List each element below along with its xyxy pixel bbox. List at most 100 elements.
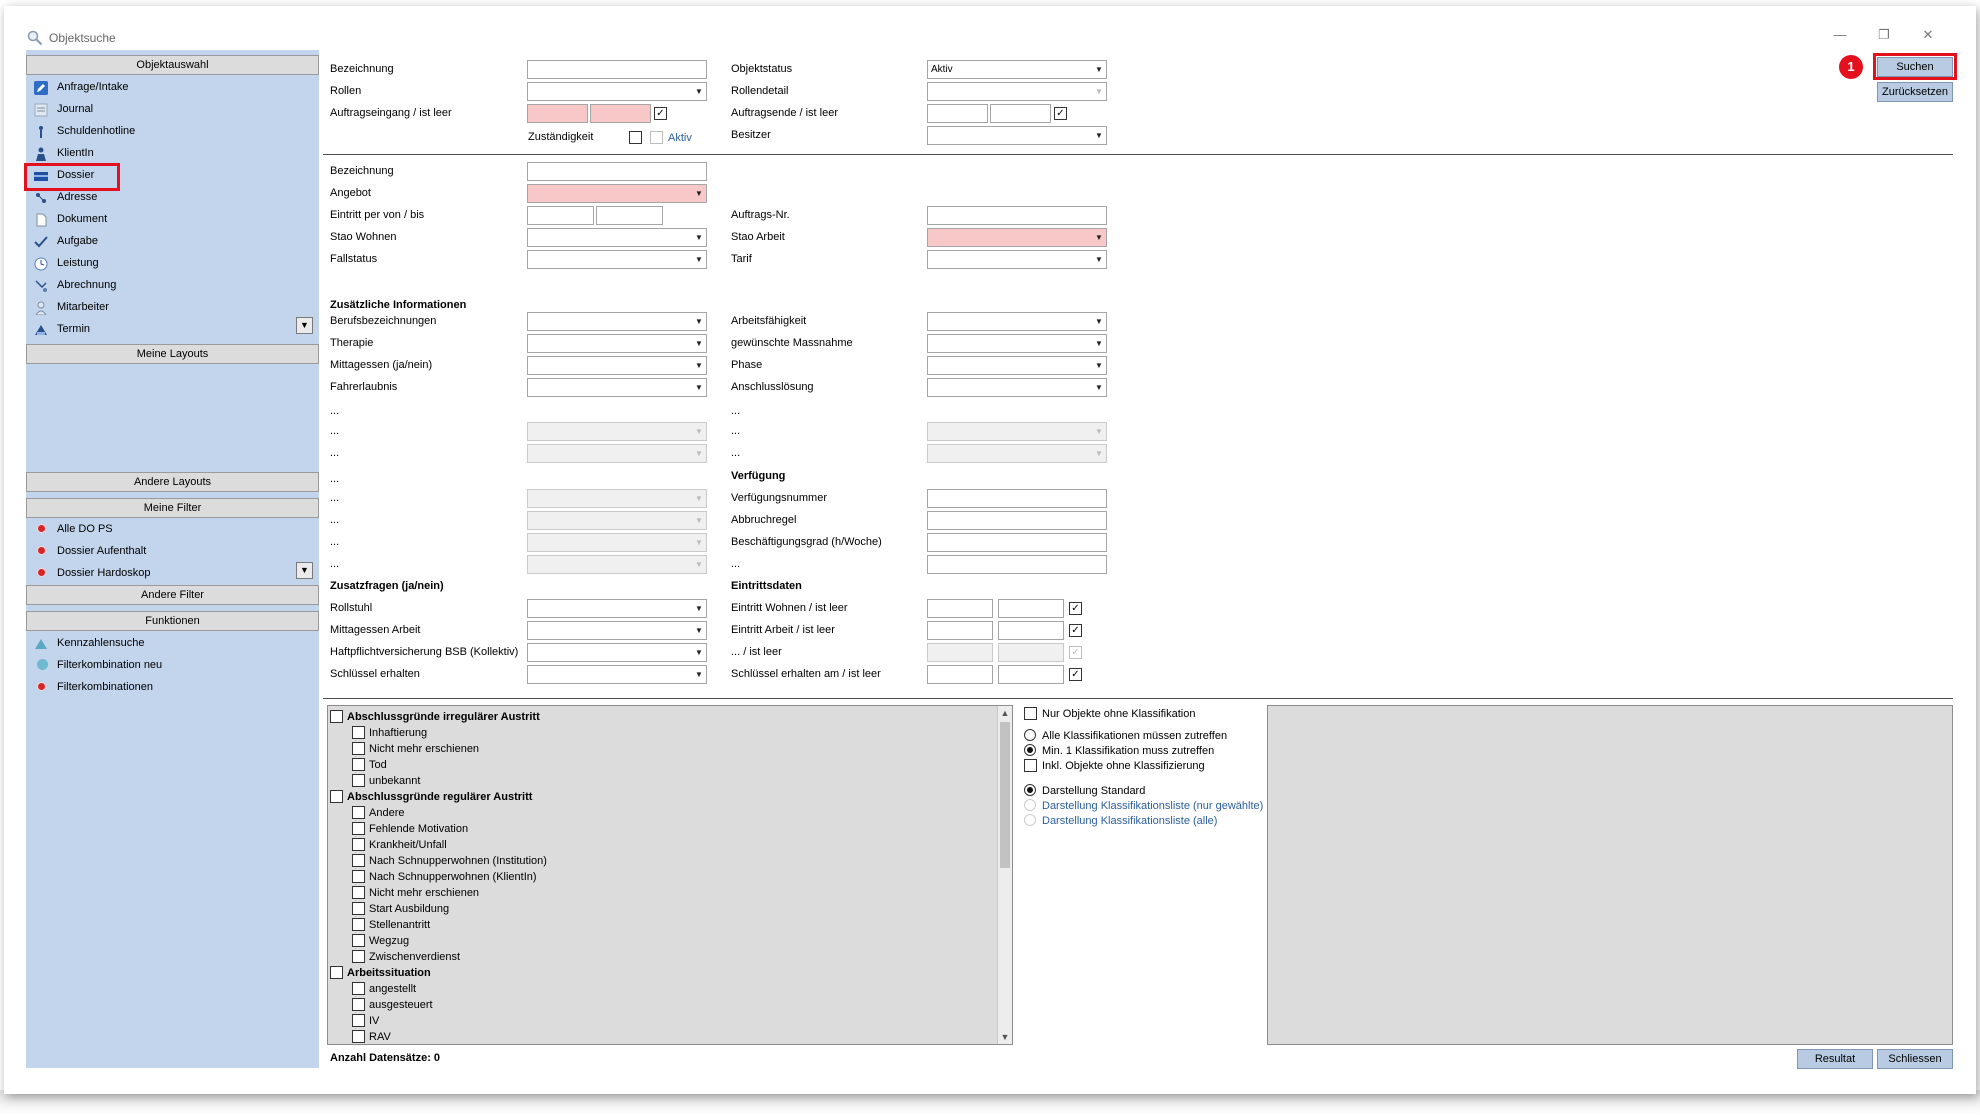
list-item[interactable]: IV (352, 1013, 379, 1029)
mittagessen-arbeit-dropdown[interactable]: ▼ (527, 621, 707, 640)
nav-item-leistung[interactable]: Leistung (34, 253, 99, 274)
placeholder-bis-input[interactable] (998, 643, 1064, 662)
objektstatus-dropdown[interactable]: Aktiv ▼ (927, 60, 1107, 79)
besitzer-dropdown[interactable]: ▼ (927, 126, 1107, 145)
mittagessen-dropdown[interactable]: ▼ (527, 356, 707, 375)
placeholder-input[interactable] (927, 555, 1107, 574)
placeholder-dropdown[interactable]: ▼ (927, 422, 1107, 441)
placeholder-von-input[interactable] (927, 643, 993, 662)
filter-item-alle-do-ps[interactable]: Alle DO PS (34, 519, 113, 540)
nav-item-dokument[interactable]: Dokument (34, 209, 107, 230)
placeholder-ist-leer-checkbox[interactable]: ✓ (1069, 646, 1082, 659)
item-checkbox[interactable] (352, 742, 365, 755)
scroll-up-icon[interactable]: ▲ (998, 706, 1012, 720)
meine-layouts-header[interactable]: Meine Layouts (26, 344, 319, 364)
item-checkbox[interactable] (352, 758, 365, 771)
resultat-button[interactable]: Resultat (1797, 1049, 1873, 1069)
list-item[interactable]: Stellenantritt (352, 917, 430, 933)
restore-button[interactable]: ❐ (1874, 26, 1894, 44)
fahrerlaubnis-dropdown[interactable]: ▼ (527, 378, 707, 397)
tarif-dropdown[interactable]: ▼ (927, 250, 1107, 269)
filter-item-dossier-hardoskop[interactable]: Dossier Hardoskop (34, 563, 151, 584)
stao-wohnen-dropdown[interactable]: ▼ (527, 228, 707, 247)
scroll-down-icon[interactable]: ▼ (998, 1030, 1012, 1044)
nav-item-journal[interactable]: Journal (34, 99, 93, 120)
angebot-dropdown[interactable]: ▼ (527, 184, 707, 203)
haftpflicht-dropdown[interactable]: ▼ (527, 643, 707, 662)
minimize-button[interactable]: — (1830, 26, 1850, 44)
list-item[interactable]: unbekannt (352, 773, 420, 789)
item-checkbox[interactable] (352, 950, 365, 963)
placeholder-dropdown[interactable]: ▼ (927, 444, 1107, 463)
item-checkbox[interactable] (352, 886, 365, 899)
phase-dropdown[interactable]: ▼ (927, 356, 1107, 375)
placeholder-dropdown[interactable]: ▼ (527, 422, 707, 441)
eintritt-wohnen-von-input[interactable] (927, 599, 993, 618)
eintritt-arbeit-von-input[interactable] (927, 621, 993, 640)
placeholder-dropdown[interactable]: ▼ (527, 444, 707, 463)
beschaeftigungsgrad-input[interactable] (927, 533, 1107, 552)
list-item[interactable]: Zwischenverdienst (352, 949, 460, 965)
item-checkbox[interactable] (352, 822, 365, 835)
list-item[interactable]: Inhaftierung (352, 725, 427, 741)
schliessen-button[interactable]: Schliessen (1877, 1049, 1953, 1069)
placeholder-dropdown[interactable]: ▼ (527, 511, 707, 530)
list-item[interactable]: RAV (352, 1029, 391, 1044)
list-item[interactable]: Wegzug (352, 933, 409, 949)
function-item-filterkombinationen[interactable]: Filterkombinationen (34, 677, 153, 698)
filter-item-dossier-aufenthalt[interactable]: Dossier Aufenthalt (34, 541, 146, 562)
list-item[interactable]: Tod (352, 757, 387, 773)
list-item[interactable]: Nach Schnupperwohnen (Institution) (352, 853, 547, 869)
inkl-ohne-klassifizierung-checkbox[interactable] (1024, 759, 1037, 772)
eintritt-wohnen-ist-leer-checkbox[interactable]: ✓ (1069, 602, 1082, 615)
nur-ohne-klassifikation-checkbox[interactable] (1024, 707, 1037, 720)
group-abschluss-regulaer[interactable]: Abschlussgründe regulärer Austritt (330, 789, 532, 805)
item-checkbox[interactable] (352, 934, 365, 947)
arbeitsfaehigkeit-dropdown[interactable]: ▼ (927, 312, 1107, 331)
auftrags-nr-input[interactable] (927, 206, 1107, 225)
eintritt-bis-input[interactable] (596, 206, 663, 225)
bezeichnung-input[interactable] (527, 60, 707, 79)
list-item[interactable]: Nicht mehr erschienen (352, 741, 479, 757)
funktionen-header[interactable]: Funktionen (26, 611, 319, 631)
function-item-kennzahlensuche[interactable]: Kennzahlensuche (34, 633, 144, 654)
darstellung-liste-gewaehlt-radio[interactable] (1024, 799, 1036, 811)
andere-filter-header[interactable]: Andere Filter (26, 585, 319, 605)
list-item[interactable]: Krankheit/Unfall (352, 837, 447, 853)
placeholder-dropdown[interactable]: ▼ (527, 555, 707, 574)
function-item-filterkombination-neu[interactable]: Filterkombination neu (34, 655, 162, 676)
meine-filter-header[interactable]: Meine Filter (26, 498, 319, 518)
close-button[interactable]: ✕ (1918, 26, 1938, 44)
zustaendigkeit-checkbox[interactable] (629, 131, 642, 144)
group-arbeitssituation[interactable]: Arbeitssituation (330, 965, 431, 981)
nav-item-termin[interactable]: Termin (34, 319, 90, 340)
auftragsende-bis-input[interactable] (990, 104, 1051, 123)
item-checkbox[interactable] (352, 982, 365, 995)
aktiv-checkbox[interactable] (650, 131, 663, 144)
auftragseingang-ist-leer-checkbox[interactable]: ✓ (654, 107, 667, 120)
rollen-dropdown[interactable]: ▼ (527, 82, 707, 101)
gewuenschte-massnahme-dropdown[interactable]: ▼ (927, 334, 1107, 353)
dossier-bezeichnung-input[interactable] (527, 162, 707, 181)
nav-item-klientin[interactable]: KlientIn (34, 143, 94, 164)
nav-item-anfrage-intake[interactable]: Anfrage/Intake (34, 77, 129, 98)
group-checkbox[interactable] (330, 710, 343, 723)
stao-arbeit-dropdown[interactable]: ▼ (927, 228, 1107, 247)
alle-muessen-radio[interactable] (1024, 729, 1036, 741)
eintritt-wohnen-bis-input[interactable] (998, 599, 1064, 618)
min-eine-radio[interactable] (1024, 744, 1036, 756)
item-checkbox[interactable] (352, 726, 365, 739)
eintritt-von-input[interactable] (527, 206, 594, 225)
zuruecksetzen-button[interactable]: Zurücksetzen (1877, 82, 1953, 102)
list-item[interactable]: Start Ausbildung (352, 901, 449, 917)
therapie-dropdown[interactable]: ▼ (527, 334, 707, 353)
rollstuhl-dropdown[interactable]: ▼ (527, 599, 707, 618)
group-checkbox[interactable] (330, 966, 343, 979)
item-checkbox[interactable] (352, 918, 365, 931)
list-item[interactable]: ausgesteuert (352, 997, 433, 1013)
list-scrollbar[interactable]: ▲ ▼ (997, 706, 1012, 1044)
objektauswahl-header[interactable]: Objektauswahl (26, 55, 319, 75)
filters-scroll-down-button[interactable]: ▼ (296, 562, 313, 579)
list-item[interactable]: angestellt (352, 981, 416, 997)
schluessel-erhalten-am-bis-input[interactable] (998, 665, 1064, 684)
